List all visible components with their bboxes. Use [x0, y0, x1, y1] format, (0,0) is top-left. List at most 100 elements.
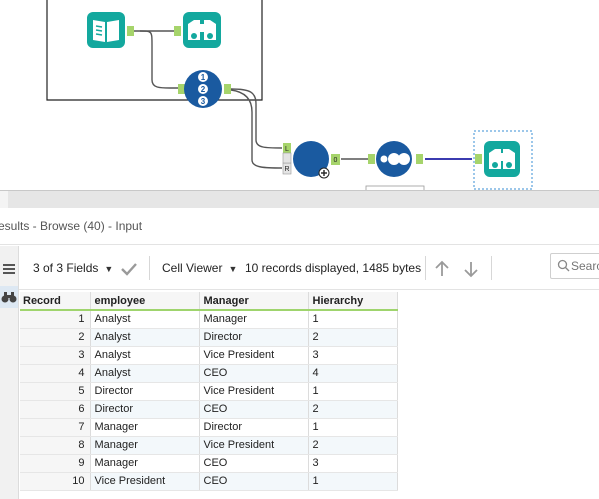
cell-record[interactable]: 9 — [20, 454, 91, 473]
results-panel-title: esults - Browse (40) - Input — [0, 208, 599, 245]
input-output-anchor — [127, 26, 134, 36]
arrow-down-icon[interactable] — [462, 246, 480, 290]
cell-record[interactable]: 7 — [20, 418, 91, 437]
cell-manager[interactable]: Vice President — [199, 346, 309, 365]
browse-tool-2-binoculars-icon[interactable] — [484, 141, 520, 177]
connection-multirow-to-join-L — [230, 88, 283, 149]
cell-hierarchy[interactable]: 2 — [308, 400, 398, 419]
browse2-input-anchor — [475, 154, 482, 164]
arrow-up-icon[interactable] — [433, 246, 451, 290]
cell-record[interactable]: 10 — [20, 472, 91, 491]
cell-manager[interactable]: Director — [199, 328, 309, 347]
fields-dropdown[interactable]: 3 of 3 Fields ▼ — [33, 246, 113, 290]
cell-employee[interactable]: Manager — [90, 454, 200, 473]
summarize-tool-dots-icon[interactable] — [376, 141, 412, 177]
cell-hierarchy[interactable]: 3 — [308, 454, 398, 473]
table-row[interactable]: 7 Manager Director 1 — [20, 418, 398, 437]
browse-binoculars-icon[interactable] — [0, 286, 18, 308]
cell-manager[interactable]: CEO — [199, 472, 309, 491]
search-input[interactable] — [571, 254, 599, 278]
cell-record[interactable]: 3 — [20, 346, 91, 365]
join-anchor-R-label: R — [284, 166, 289, 173]
cell-hierarchy[interactable]: 1 — [308, 382, 398, 401]
column-header-record[interactable]: Record — [20, 292, 91, 311]
cell-record[interactable]: 1 — [20, 310, 91, 329]
column-header-hierarchy[interactable]: Hierarchy — [308, 292, 398, 311]
table-row[interactable]: 5 Director Vice President 1 — [20, 382, 398, 401]
join-tool-join-icon[interactable] — [293, 141, 330, 179]
cell-manager[interactable]: Vice President — [199, 382, 309, 401]
cell-manager[interactable]: Vice President — [199, 436, 309, 455]
input-tool-book-icon[interactable] — [87, 12, 125, 48]
cell-employee[interactable]: Director — [90, 400, 200, 419]
join-anchor-L-label: L — [285, 146, 289, 153]
cell-hierarchy[interactable]: 1 — [308, 472, 398, 491]
table-row[interactable]: 1 Analyst Manager 1 — [20, 310, 398, 329]
cell-employee[interactable]: Manager — [90, 436, 200, 455]
cell-hierarchy[interactable]: 3 — [308, 346, 398, 365]
column-header-manager[interactable]: Manager — [199, 292, 309, 311]
search-box[interactable] — [550, 253, 599, 279]
connection-input-to-multirow — [139, 30, 184, 89]
cell-record[interactable]: 4 — [20, 364, 91, 383]
toolbar-divider — [491, 256, 492, 280]
browse1-input-anchor — [174, 26, 181, 36]
cell-record[interactable]: 8 — [20, 436, 91, 455]
records-info: 10 records displayed, 1485 bytes — [245, 261, 422, 275]
workflow-canvas[interactable]: 1 2 3 L R 0 — [0, 0, 599, 192]
table-row[interactable]: 3 Analyst Vice President 3 — [20, 346, 398, 365]
browse-tool-1-binoculars-icon[interactable] — [183, 12, 221, 48]
cell-hierarchy[interactable]: 2 — [308, 436, 398, 455]
toolbar-divider — [149, 256, 150, 280]
join-output-label: 0 — [334, 157, 338, 164]
multirow-digit-3: 3 — [201, 97, 206, 106]
caret-down-icon: ▼ — [104, 264, 114, 274]
summarize-output-anchor — [416, 154, 423, 164]
table-view-list-icon[interactable] — [0, 258, 18, 280]
multirow-input-anchor — [178, 84, 185, 94]
grid-body: 1 Analyst Manager 1 2 Analyst Director 2 3 Analys… — [20, 310, 398, 491]
panel-splitter[interactable] — [0, 190, 599, 209]
results-toolbar: 3 of 3 Fields ▼ Cell Viewer ▼ 10 records d… — [19, 246, 599, 290]
fields-dropdown-label: 3 of 3 Fields — [33, 261, 99, 275]
cell-hierarchy[interactable]: 1 — [308, 418, 398, 437]
cell-employee[interactable]: Director — [90, 382, 200, 401]
table-row[interactable]: 10 Vice President CEO 1 — [20, 472, 398, 491]
table-row[interactable]: 2 Analyst Director 2 — [20, 328, 398, 347]
cell-employee[interactable]: Manager — [90, 418, 200, 437]
cell-record[interactable]: 6 — [20, 400, 91, 419]
apply-checkmark-icon[interactable] — [120, 246, 138, 290]
cell-hierarchy[interactable]: 2 — [308, 328, 398, 347]
cell-record[interactable]: 2 — [20, 328, 91, 347]
cell-manager[interactable]: CEO — [199, 364, 309, 383]
cell-manager[interactable]: CEO — [199, 454, 309, 473]
cell-employee[interactable]: Analyst — [90, 328, 200, 347]
cell-manager[interactable]: Manager — [199, 310, 309, 329]
column-header-employee[interactable]: employee — [90, 292, 200, 311]
cell-hierarchy[interactable]: 1 — [308, 310, 398, 329]
caret-down-icon: ▼ — [228, 264, 238, 274]
multirow-output-anchor — [224, 84, 231, 94]
table-row[interactable]: 6 Director CEO 2 — [20, 400, 398, 419]
cell-hierarchy[interactable]: 4 — [308, 364, 398, 383]
cell-viewer-label: Cell Viewer — [162, 261, 223, 275]
results-left-rail — [0, 246, 19, 499]
table-row[interactable]: 8 Manager Vice President 2 — [20, 436, 398, 455]
table-row[interactable]: 4 Analyst CEO 4 — [20, 364, 398, 383]
cell-manager[interactable]: Director — [199, 418, 309, 437]
cell-employee[interactable]: Analyst — [90, 310, 200, 329]
cell-record[interactable]: 5 — [20, 382, 91, 401]
grid-header-row: Record employee Manager Hierarchy — [20, 292, 398, 311]
cell-manager[interactable]: CEO — [199, 400, 309, 419]
cell-viewer-dropdown[interactable]: Cell Viewer ▼ — [162, 246, 237, 290]
summarize-input-anchor — [368, 154, 375, 164]
cell-employee[interactable]: Analyst — [90, 364, 200, 383]
results-data-grid: Record employee Manager Hierarchy 1 Analy… — [20, 292, 398, 491]
cell-employee[interactable]: Analyst — [90, 346, 200, 365]
multirow-digit-1: 1 — [201, 73, 206, 82]
multirow-tool-numbered-list-icon[interactable]: 1 2 3 — [184, 70, 222, 108]
cell-employee[interactable]: Vice President — [90, 472, 200, 491]
multirow-digit-2: 2 — [201, 85, 206, 94]
join-anchor-J — [282, 152, 292, 164]
table-row[interactable]: 9 Manager CEO 3 — [20, 454, 398, 473]
